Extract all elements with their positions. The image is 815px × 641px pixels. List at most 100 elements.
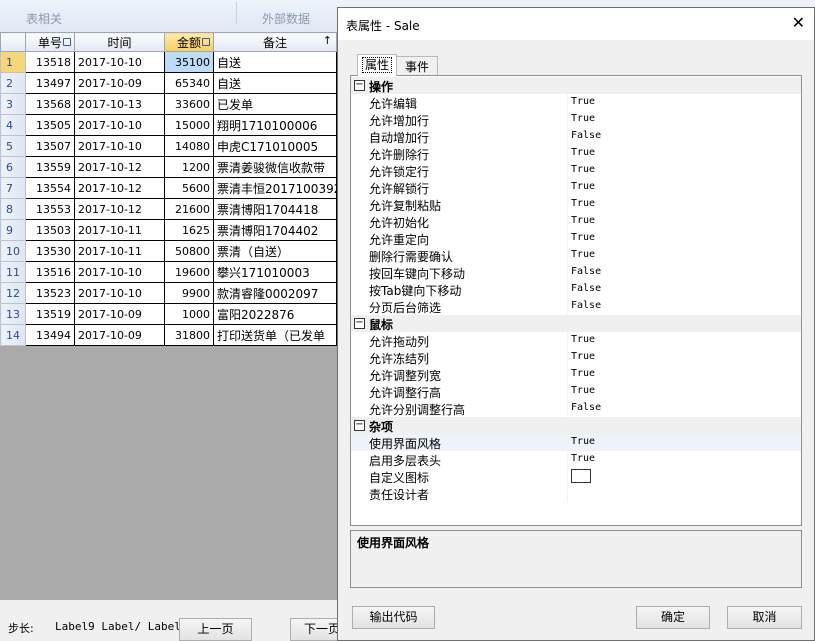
property-value[interactable]: True [571,96,595,107]
property-value[interactable]: False [571,266,601,277]
property-row[interactable]: 自动增加行 False [351,128,801,145]
tab-events[interactable]: 事件 [396,56,438,77]
time-cell[interactable]: 2017-10-12 [74,177,165,199]
memo-cell[interactable]: 打印送货单（已发单 [213,324,337,346]
table-row[interactable]: 4 13505 2017-10-10 15000 翔明1710100006 [0,114,337,136]
property-value[interactable]: True [571,351,595,362]
time-cell[interactable]: 2017-10-10 [74,282,165,304]
amount-cell[interactable]: 31800 [164,324,214,346]
table-row[interactable]: 10 13530 2017-10-11 50800 票清（自送） [0,240,337,262]
order-number-cell[interactable]: 13519 [25,303,75,325]
property-value[interactable]: True [571,181,595,192]
memo-cell[interactable]: 自送 [213,51,337,73]
property-category[interactable]: − 操作 [351,77,801,94]
memo-cell[interactable]: 票清博阳1704418 [213,198,337,220]
property-value[interactable]: True [571,164,595,175]
property-row[interactable]: 使用界面风格 True [351,434,801,451]
amount-cell[interactable]: 1625 [164,219,214,241]
property-value[interactable]: True [571,198,595,209]
row-number[interactable]: 4 [0,114,26,136]
memo-cell[interactable]: 富阳2022876 [213,303,337,325]
row-number[interactable]: 12 [0,282,26,304]
memo-cell[interactable]: 票清姜骏微信收款带 [213,156,337,178]
time-cell[interactable]: 2017-10-09 [74,72,165,94]
table-row[interactable]: 9 13503 2017-10-11 1625 票清博阳1704402 [0,219,337,241]
table-row[interactable]: 8 13553 2017-10-12 21600 票清博阳1704418 [0,198,337,220]
property-category[interactable]: − 鼠标 [351,315,801,332]
amount-cell[interactable]: 50800 [164,240,214,262]
close-icon[interactable]: ✕ [792,13,805,32]
property-value[interactable]: True [571,453,595,464]
time-cell[interactable]: 2017-10-12 [74,198,165,220]
amount-cell[interactable]: 65340 [164,72,214,94]
table-row[interactable]: 11 13516 2017-10-10 19600 攀兴171010003 [0,261,337,283]
export-code-button[interactable]: 输出代码 [352,606,435,629]
property-row[interactable]: 允许调整行高 True [351,383,801,400]
order-number-cell[interactable]: 13497 [25,72,75,94]
row-number[interactable]: 10 [0,240,26,262]
property-value[interactable]: True [571,368,595,379]
collapse-icon[interactable]: − [354,80,365,91]
memo-cell[interactable]: 攀兴171010003 [213,261,337,283]
property-row[interactable]: 允许增加行 True [351,111,801,128]
property-row[interactable]: 允许删除行 True [351,145,801,162]
amount-cell[interactable]: 14080 [164,135,214,157]
col-header-order[interactable]: 单号 [25,32,75,52]
property-row[interactable]: 允许调整列宽 True [351,366,801,383]
time-cell[interactable]: 2017-10-11 [74,219,165,241]
order-number-cell[interactable]: 13507 [25,135,75,157]
property-value[interactable]: True [571,334,595,345]
row-number[interactable]: 1 [0,51,26,73]
property-row[interactable]: 分页后台筛选 False [351,298,801,315]
table-row[interactable]: 14 13494 2017-10-09 31800 打印送货单（已发单 [0,324,337,346]
row-number[interactable]: 2 [0,72,26,94]
memo-cell[interactable]: 自送 [213,72,337,94]
amount-cell[interactable]: 1000 [164,303,214,325]
table-row[interactable]: 2 13497 2017-10-09 65340 自送 [0,72,337,94]
row-number[interactable]: 9 [0,219,26,241]
property-value[interactable]: True [571,385,595,396]
order-number-cell[interactable]: 13494 [25,324,75,346]
time-cell[interactable]: 2017-10-12 [74,156,165,178]
cancel-button[interactable]: 取消 [727,606,802,629]
property-value[interactable]: True [571,249,595,260]
row-number[interactable]: 14 [0,324,26,346]
property-value[interactable]: True [571,147,595,158]
property-value[interactable]: False [571,402,601,413]
table-row[interactable]: 3 13568 2017-10-13 33600 已发单 [0,93,337,115]
property-row[interactable]: 允许拖动列 True [351,332,801,349]
col-header-memo[interactable]: 备注 ↑ [213,32,337,52]
table-row[interactable]: 5 13507 2017-10-10 14080 申虎C171010005 [0,135,337,157]
time-cell[interactable]: 2017-10-11 [74,240,165,262]
ok-button[interactable]: 确定 [636,606,710,629]
amount-cell[interactable]: 21600 [164,198,214,220]
property-grid[interactable]: − 操作 允许编辑 True 允许增加行 True 自动增加行 False 允许删除行 True 允… [350,75,802,526]
table-row[interactable]: 13 13519 2017-10-09 1000 富阳2022876 [0,303,337,325]
property-row[interactable]: 按回车键向下移动 False [351,264,801,281]
time-cell[interactable]: 2017-10-10 [74,51,165,73]
prev-page-button[interactable]: 上一页 [179,618,252,641]
property-value[interactable]: False [571,283,601,294]
collapse-icon[interactable]: − [354,420,365,431]
memo-cell[interactable]: 款清睿隆0002097 [213,282,337,304]
property-row[interactable]: 按Tab键向下移动 False [351,281,801,298]
property-value[interactable]: True [571,215,595,226]
order-number-cell[interactable]: 13505 [25,114,75,136]
property-row[interactable]: 责任设计者 [351,485,801,502]
collapse-icon[interactable]: − [354,318,365,329]
icon-picker[interactable] [571,469,591,483]
memo-cell[interactable]: 已发单 [213,93,337,115]
memo-cell[interactable]: 票清博阳1704402 [213,219,337,241]
property-row[interactable]: 自定义图标 [351,468,801,485]
order-number-cell[interactable]: 13503 [25,219,75,241]
time-cell[interactable]: 2017-10-09 [74,324,165,346]
table-row[interactable]: 6 13559 2017-10-12 1200 票清姜骏微信收款带 [0,156,337,178]
row-number[interactable]: 11 [0,261,26,283]
property-row[interactable]: 允许分别调整行高 False [351,400,801,417]
property-row[interactable]: 允许解锁行 True [351,179,801,196]
memo-cell[interactable]: 票清（自送） [213,240,337,262]
order-number-cell[interactable]: 13516 [25,261,75,283]
row-number[interactable]: 3 [0,93,26,115]
memo-cell[interactable]: 票清丰恒2017100392 [213,177,337,199]
order-number-cell[interactable]: 13518 [25,51,75,73]
